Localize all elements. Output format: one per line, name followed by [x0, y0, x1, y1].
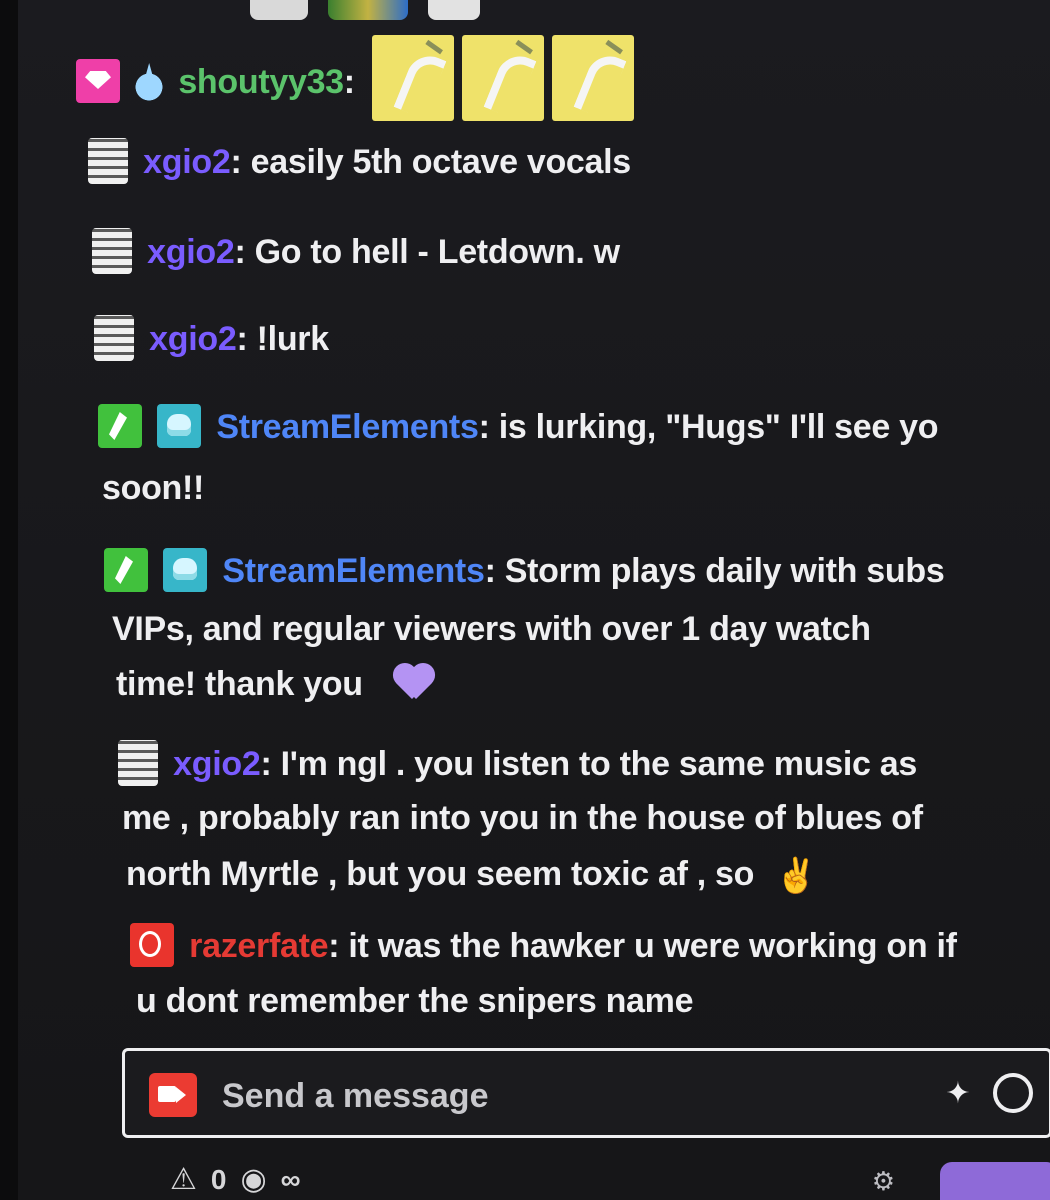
username[interactable]: xgio2 — [149, 320, 237, 358]
message-separator: : — [328, 927, 340, 965]
yellow-emote-icon — [461, 35, 544, 121]
gem-badge-icon — [76, 59, 120, 103]
water-drop-icon — [135, 61, 164, 101]
points-icon[interactable]: ◉ — [240, 1165, 266, 1195]
bot-icon — [157, 404, 202, 449]
chat-message-line2: VIPs, and regular viewers with over 1 da… — [112, 603, 871, 655]
chat-message-streamelements-2: StreamElements: Storm plays daily with s… — [104, 545, 945, 597]
settings-icon[interactable]: ⚙ — [872, 1166, 895, 1197]
alert-icon[interactable]: ⚠ — [170, 1165, 197, 1195]
chat-message-xgio2-3: xgio2: !lurk — [94, 313, 329, 365]
message-separator: : — [343, 62, 355, 101]
top-colored-emote — [328, 0, 408, 20]
bot-icon — [163, 548, 208, 593]
message-text-line3: north Myrtle , but you seem toxic af , s… — [126, 855, 755, 893]
chat-message-streamelements-1: StreamElements: is lurking, "Hugs" I'll … — [98, 401, 939, 453]
emoji-icon[interactable] — [993, 1073, 1033, 1113]
message-separator: : — [484, 552, 496, 590]
yellow-emote-icon — [371, 35, 454, 121]
top-emote-row — [250, 0, 480, 20]
message-separator: : — [236, 320, 248, 358]
username[interactable]: razerfate — [189, 927, 328, 965]
chat-screen: shoutyy33: xgio2: easily 5th octave voca… — [0, 0, 1050, 1200]
message-text-line3: time! thank you — [116, 665, 363, 703]
message-text: !lurk — [247, 320, 329, 358]
message-text-line2: VIPs, and regular viewers with over 1 da… — [112, 610, 871, 648]
tile-badge-icon — [92, 228, 132, 275]
moderator-sword-icon — [98, 404, 142, 449]
bottom-toolbar: ⚠ 0 ◉ ∞ — [170, 1164, 301, 1196]
message-input[interactable] — [220, 1073, 904, 1119]
username[interactable]: xgio2 — [147, 233, 235, 271]
chat-message-continuation: soon!! — [102, 462, 204, 514]
purple-heart-icon — [392, 665, 436, 703]
message-text: it was the hawker u were working on if — [339, 927, 957, 965]
username[interactable]: shoutyy33 — [178, 63, 344, 101]
chat-message-xgio2-1: xgio2: easily 5th octave vocals — [88, 136, 631, 188]
send-message-box[interactable]: ✦ — [122, 1048, 1050, 1138]
message-text-line2: u dont remember the snipers name — [136, 982, 694, 1020]
username[interactable]: xgio2 — [143, 143, 231, 181]
left-panel-edge — [0, 0, 18, 1200]
chat-button[interactable] — [940, 1162, 1050, 1200]
razer-badge-icon — [130, 923, 174, 968]
message-separator: : — [478, 408, 490, 446]
chat-message-xgio2-2: xgio2: Go to hell - Letdown. w — [92, 226, 620, 278]
message-separator: : — [230, 143, 242, 181]
chat-message-line2: u dont remember the snipers name — [136, 975, 694, 1027]
top-white-emote — [250, 0, 308, 20]
alert-count: 0 — [210, 1164, 227, 1195]
chat-message-shoutyy33: shoutyy33: — [76, 35, 634, 127]
message-text: Storm plays daily with subs — [495, 552, 945, 590]
camera-icon[interactable] — [149, 1073, 197, 1117]
tile-badge-icon — [94, 315, 134, 362]
chat-message-line2: me , probably ran into you in the house … — [122, 792, 923, 844]
message-text-line2: soon!! — [102, 469, 205, 507]
tile-badge-icon — [88, 138, 128, 185]
chat-message-xgio2-4: xgio2: I'm ngl . you listen to the same … — [118, 738, 917, 790]
chat-message-line3: time! thank you — [116, 658, 436, 710]
points-value: ∞ — [280, 1164, 301, 1195]
top-white-emote-2 — [428, 0, 480, 20]
username[interactable]: xgio2 — [173, 745, 261, 783]
message-separator: : — [234, 233, 246, 271]
message-text-line2: me , probably ran into you in the house … — [122, 799, 923, 837]
tile-badge-icon — [118, 740, 158, 787]
message-separator: : — [260, 745, 272, 783]
chat-message-razerfate: razerfate: it was the hawker u were work… — [130, 920, 957, 972]
message-text: Go to hell - Letdown. w — [245, 233, 620, 271]
chat-message-line3: north Myrtle , but you seem toxic af , s… — [126, 848, 818, 900]
username[interactable]: StreamElements — [222, 552, 485, 590]
party-icon[interactable]: ✦ — [939, 1075, 977, 1113]
message-text: easily 5th octave vocals — [241, 143, 632, 181]
victory-hand-icon: ✌ — [775, 857, 818, 896]
yellow-emote-icon — [551, 35, 634, 121]
moderator-sword-icon — [104, 548, 148, 593]
message-text: is lurking, "Hugs" I'll see yo — [489, 408, 939, 446]
message-text: I'm ngl . you listen to the same music a… — [271, 745, 918, 783]
username[interactable]: StreamElements — [216, 408, 479, 446]
